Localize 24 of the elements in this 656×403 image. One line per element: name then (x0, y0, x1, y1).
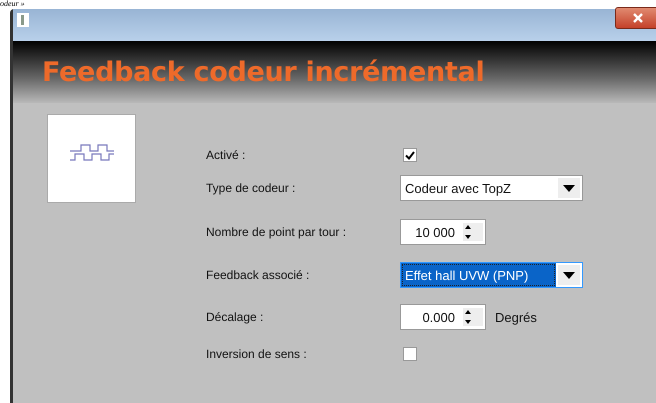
number-spinner[interactable]: 0.000 (400, 304, 486, 330)
caret-icon (563, 184, 575, 192)
down-arrow-icon[interactable] (463, 232, 473, 241)
checkbox[interactable] (403, 347, 417, 361)
field-label: Feedback associé : (206, 268, 310, 282)
close-button[interactable] (615, 7, 656, 29)
caret-icon (563, 272, 575, 278)
app-icon (17, 13, 29, 27)
dropdown[interactable]: Effet hall UVW (PNP) (400, 262, 583, 288)
caption-text: odeur » (0, 0, 25, 8)
unit-label: Degrés (495, 310, 537, 324)
up-arrow-icon[interactable] (463, 223, 473, 232)
close-icon (632, 13, 644, 23)
field-label: Nombre de point par tour : (206, 225, 348, 239)
field-label: Décalage : (206, 310, 264, 324)
field-label: Inversion de sens : (206, 347, 308, 361)
up-arrow-icon[interactable] (463, 308, 473, 317)
window-title: Feedback codeur incrémental (42, 56, 484, 88)
checkbox[interactable] (403, 148, 417, 162)
down-arrow-icon[interactable] (463, 317, 473, 326)
dropdown[interactable]: Codeur avec TopZ (400, 175, 583, 201)
field-label: Type de codeur : (206, 181, 296, 195)
field-label: Activé : (206, 148, 246, 162)
number-spinner[interactable]: 10 000 (400, 219, 486, 245)
